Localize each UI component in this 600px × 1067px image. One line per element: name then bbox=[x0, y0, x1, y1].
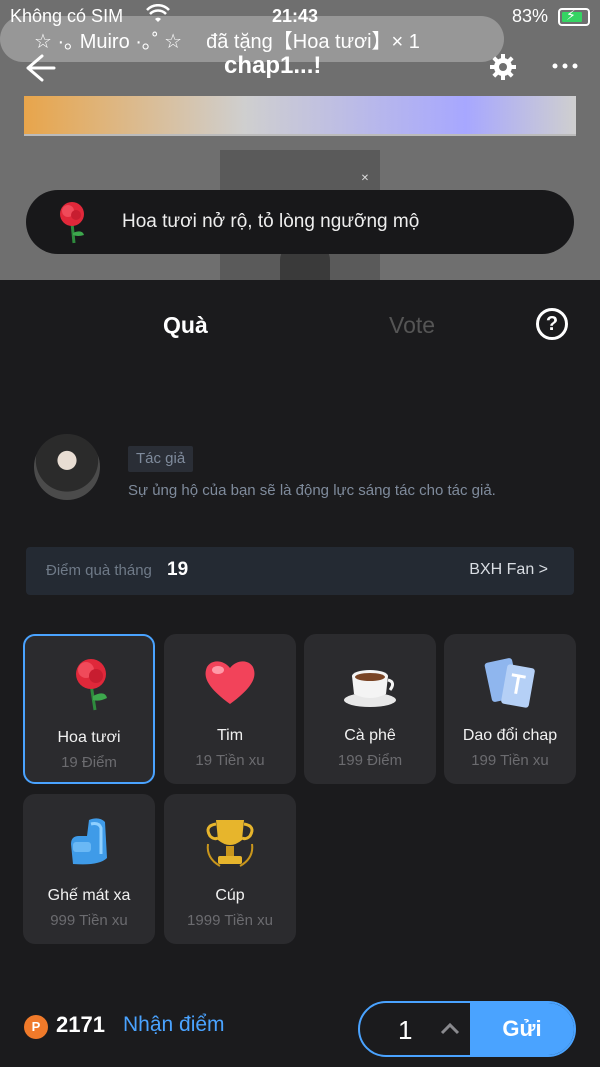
ad-close-icon[interactable]: ✕ bbox=[358, 172, 372, 186]
gift-price: 1999 Tiền xu bbox=[187, 912, 273, 929]
gift-sheet: Quà Vote ? Tác giả Sự ủng hộ của bạn sẽ … bbox=[0, 280, 600, 1067]
tab-gift[interactable]: Quà bbox=[163, 312, 208, 339]
gift-name: Hoa tươi bbox=[57, 729, 121, 746]
gift-name: Cà phê bbox=[344, 727, 396, 744]
fan-ranking-link[interactable]: BXH Fan > bbox=[469, 561, 548, 579]
author-tag: Tác giả bbox=[128, 446, 194, 472]
chapter-title: chap1...! bbox=[224, 52, 322, 79]
gift-name: Ghế mát xa bbox=[47, 887, 131, 904]
chevron-up-icon[interactable] bbox=[438, 1017, 462, 1041]
earn-points-link[interactable]: Nhận điểm bbox=[123, 1013, 225, 1037]
rose-icon bbox=[76, 659, 107, 711]
back-button[interactable] bbox=[22, 48, 58, 88]
gift-name: Dao đổi chap bbox=[462, 727, 558, 744]
gift-price: 199 Tiền xu bbox=[471, 752, 549, 769]
gift-name: Cúp bbox=[215, 887, 245, 904]
send-control: 1 Gửi bbox=[358, 1001, 576, 1057]
author-description: Sự ủng hộ của bạn sẽ là động lực sáng tá… bbox=[128, 482, 496, 499]
question-mark-icon: ? bbox=[545, 313, 559, 335]
send-button[interactable]: Gửi bbox=[470, 1003, 574, 1055]
coin-balance: 2171 bbox=[56, 1012, 105, 1037]
back-arrow-icon bbox=[26, 54, 56, 82]
gift-name: Tim bbox=[216, 727, 244, 744]
gift-price: 199 Điểm bbox=[337, 752, 403, 769]
tab-bar: Quà Vote ? bbox=[0, 308, 600, 348]
tab-vote[interactable]: Vote bbox=[389, 312, 435, 339]
massage-chair-icon bbox=[71, 818, 107, 865]
monthly-points-value: 19 bbox=[167, 559, 189, 580]
gift-price: 19 Tiền xu bbox=[195, 752, 265, 769]
nav-bar: chap1...! bbox=[0, 46, 600, 92]
gift-price: 999 Tiền xu bbox=[50, 912, 128, 929]
gift-price: 19 Điểm bbox=[61, 754, 117, 771]
battery-icon: ⚡ bbox=[558, 7, 590, 26]
gift-toast: Hoa tươi nở rộ, tỏ lòng ngưỡng mộ bbox=[26, 190, 574, 254]
gift-card-heart[interactable]: Tim 19 Tiền xu bbox=[164, 634, 296, 784]
gear-icon bbox=[490, 54, 516, 80]
toast-message: Hoa tươi nở rộ, tỏ lòng ngưỡng mộ bbox=[122, 211, 420, 232]
monthly-points-label: Điểm quà tháng bbox=[46, 562, 152, 579]
settings-button[interactable] bbox=[488, 52, 518, 82]
heart-icon bbox=[205, 661, 255, 704]
more-dots-icon bbox=[552, 63, 578, 69]
gift-card-coffee[interactable]: Cà phê 199 Điểm bbox=[304, 634, 436, 784]
send-footer: P 2171 Nhận điểm 1 Gửi bbox=[0, 1000, 600, 1060]
gift-card-tickets[interactable]: Dao đổi chap 199 Tiền xu bbox=[444, 634, 576, 784]
gift-card-massage-chair[interactable]: Ghế mát xa 999 Tiền xu bbox=[23, 794, 155, 944]
gift-card-trophy[interactable]: Cúp 1999 Tiền xu bbox=[164, 794, 296, 944]
author-avatar[interactable] bbox=[34, 434, 100, 500]
coin-icon: P bbox=[24, 1015, 48, 1039]
quantity-value[interactable]: 1 bbox=[398, 1015, 412, 1046]
monthly-points-bar: Điểm quà tháng 19 BXH Fan > bbox=[26, 547, 574, 595]
gift-card-rose[interactable]: Hoa tươi 19 Điểm bbox=[23, 634, 155, 784]
author-section: Tác giả Sự ủng hộ của bạn sẽ là động lực… bbox=[34, 434, 574, 504]
more-options-button[interactable] bbox=[550, 54, 580, 78]
tickets-icon bbox=[484, 658, 535, 708]
trophy-icon bbox=[206, 820, 254, 867]
coffee-icon bbox=[344, 670, 396, 707]
help-button[interactable]: ? bbox=[536, 308, 568, 340]
battery-percent: 83% bbox=[511, 6, 548, 26]
comic-banner-image bbox=[24, 96, 576, 136]
rose-icon bbox=[60, 202, 84, 244]
